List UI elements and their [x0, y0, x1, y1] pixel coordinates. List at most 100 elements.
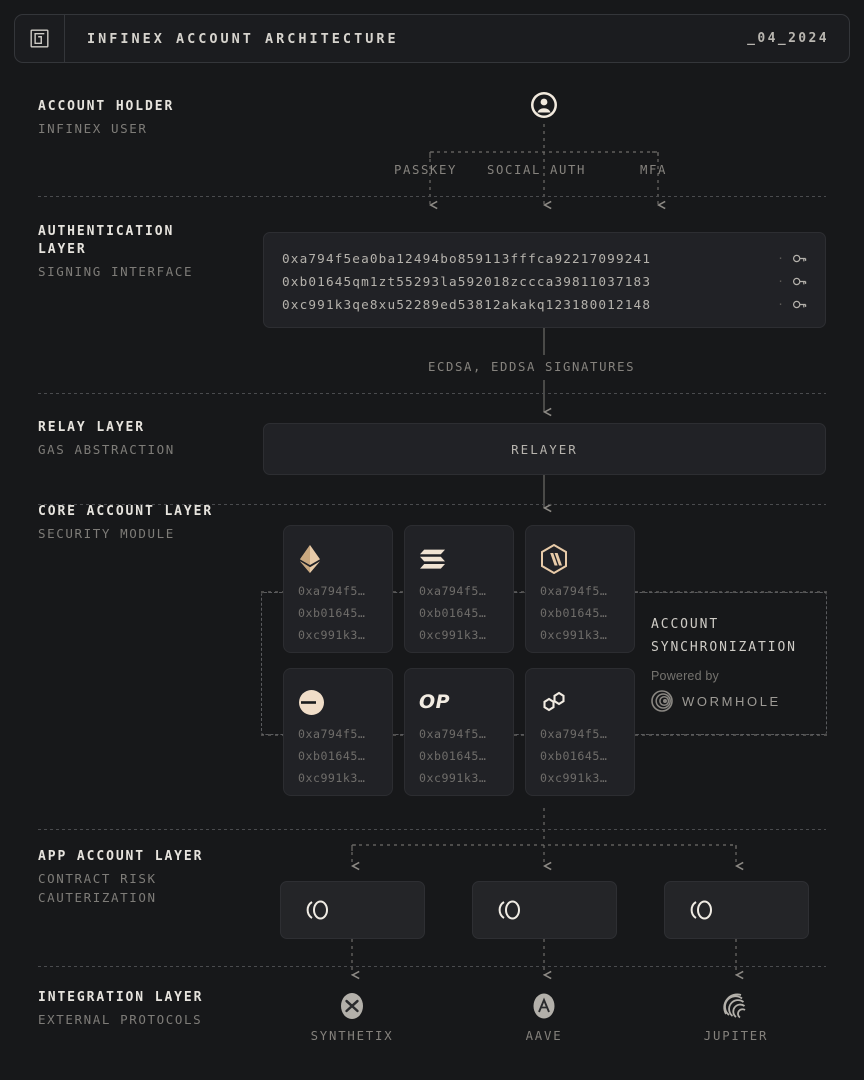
page-title: INFINEX ACCOUNT ARCHITECTURE — [87, 30, 399, 47]
infinex-spiral-logo-icon — [15, 15, 65, 62]
auth-address-row[interactable]: 0xc991k3qe8xu52289ed53812akakq1231800121… — [282, 293, 807, 316]
row-title: INTEGRATION LAYER — [38, 990, 204, 1005]
row-label-core-account: CORE ACCOUNT LAYER SECURITY MODULE — [38, 503, 213, 543]
sync-title-line2: SYNCHRONIZATION — [651, 640, 797, 655]
relayer-label: RELAYER — [511, 441, 578, 457]
separator-dot: · — [777, 252, 785, 265]
auth-address-text: 0xa794f5ea0ba12494bo859113fffca922170992… — [282, 251, 652, 266]
row-subtitle: EXTERNAL PROTOCOLS — [38, 1012, 203, 1027]
infinex-app-icon — [498, 900, 520, 920]
chain-address: 0xc991k3… — [419, 628, 487, 642]
chain-address: 0xb01645… — [419, 749, 487, 763]
divider-relay — [38, 393, 826, 394]
ethereum-logo-icon — [284, 538, 392, 580]
chain-address: 0xc991k3… — [419, 771, 487, 785]
chain-card-arbitrum[interactable]: 0xa794f5… 0xb01645… 0xc991k3… — [525, 525, 635, 653]
chain-card-ethereum[interactable]: 0xa794f5… 0xb01645… 0xc991k3… — [283, 525, 393, 653]
integration-name: JUPITER — [703, 1029, 769, 1043]
header-date: _04_2024 — [747, 31, 829, 46]
infinex-app-icon — [306, 900, 328, 920]
sync-title-line1: ACCOUNT — [651, 617, 720, 632]
wormhole-logo-icon — [651, 690, 673, 712]
row-subtitle: SIGNING INTERFACE — [38, 264, 194, 279]
row-label-relay: RELAY LAYER GAS ABSTRACTION — [38, 419, 175, 459]
key-icon — [792, 254, 807, 263]
account-synchronization-block: ACCOUNT SYNCHRONIZATION Powered by WORMH… — [651, 613, 831, 712]
chain-card-polygon[interactable]: 0xa794f5… 0xb01645… 0xc991k3… — [525, 668, 635, 796]
chain-address: 0xc991k3… — [298, 628, 366, 642]
chain-address: 0xa794f5… — [298, 727, 366, 741]
app-account-box-3[interactable] — [664, 881, 809, 939]
synthetix-logo-icon — [282, 990, 422, 1022]
chain-address: 0xa794f5… — [419, 584, 487, 598]
chain-address: 0xc991k3… — [298, 771, 366, 785]
chain-address: 0xa794f5… — [540, 727, 608, 741]
integration-name: SYNTHETIX — [310, 1029, 394, 1043]
solana-logo-icon — [405, 538, 513, 580]
authentication-address-panel: 0xa794f5ea0ba12494bo859113fffca922170992… — [263, 232, 826, 328]
auth-method-social-auth: SOCIAL AUTH — [487, 163, 587, 177]
row-title: AUTHENTICATION LAYER — [38, 224, 175, 257]
header-bar: INFINEX ACCOUNT ARCHITECTURE _04_2024 — [14, 14, 850, 63]
row-title: ACCOUNT HOLDER — [38, 99, 175, 114]
row-title: RELAY LAYER — [38, 420, 145, 435]
chain-address: 0xb01645… — [298, 749, 366, 763]
row-title: APP ACCOUNT LAYER — [38, 849, 204, 864]
divider-authentication — [38, 196, 826, 197]
row-label-app-account: APP ACCOUNT LAYER CONTRACT RISK CAUTERIZ… — [38, 848, 203, 907]
chain-card-base[interactable]: 0xa794f5… 0xb01645… 0xc991k3… — [283, 668, 393, 796]
auth-address-row[interactable]: 0xa794f5ea0ba12494bo859113fffca922170992… — [282, 247, 807, 270]
user-avatar-icon — [530, 91, 558, 123]
base-logo-icon — [284, 681, 392, 723]
integration-aave[interactable]: AAVE — [474, 990, 614, 1043]
row-label-integration: INTEGRATION LAYER EXTERNAL PROTOCOLS — [38, 989, 203, 1029]
chain-address-list: 0xa794f5… 0xb01645… 0xc991k3… — [526, 580, 634, 646]
auth-method-mfa: MFA — [640, 163, 668, 177]
chain-address: 0xb01645… — [298, 606, 366, 620]
arbitrum-logo-icon — [526, 538, 634, 580]
row-title: CORE ACCOUNT LAYER — [38, 504, 214, 519]
row-subtitle: CONTRACT RISK CAUTERIZATION — [38, 871, 157, 905]
auth-address-row[interactable]: 0xb01645qm1zt55293la592018zccca398110371… — [282, 270, 807, 293]
integration-jupiter[interactable]: JUPITER — [666, 990, 806, 1043]
chain-address: 0xb01645… — [540, 606, 608, 620]
signature-label: ECDSA, EDDSA SIGNATURES — [428, 360, 636, 374]
app-account-box-2[interactable] — [472, 881, 617, 939]
row-label-account-holder: ACCOUNT HOLDER INFINEX USER — [38, 98, 174, 138]
chain-address-list: 0xa794f5… 0xb01645… 0xc991k3… — [526, 723, 634, 789]
integration-synthetix[interactable]: SYNTHETIX — [282, 990, 422, 1043]
key-icon — [792, 300, 807, 309]
row-subtitle: SECURITY MODULE — [38, 526, 175, 541]
chain-address: 0xb01645… — [419, 606, 487, 620]
diagram-canvas: INFINEX ACCOUNT ARCHITECTURE _04_2024 AC… — [0, 0, 864, 1080]
wormhole-provider: WORMHOLE — [651, 690, 831, 712]
jupiter-logo-icon — [666, 990, 806, 1022]
chain-address: 0xc991k3… — [540, 771, 608, 785]
chain-address-list: 0xa794f5… 0xb01645… 0xc991k3… — [405, 580, 513, 646]
auth-method-passkey: PASSKEY — [394, 163, 458, 177]
optimism-logo-icon: OP — [419, 691, 451, 713]
row-subtitle: GAS ABSTRACTION — [38, 442, 175, 457]
chain-address: 0xb01645… — [540, 749, 608, 763]
key-icon — [792, 277, 807, 286]
aave-logo-icon — [474, 990, 614, 1022]
chain-address: 0xa794f5… — [419, 727, 487, 741]
infinex-app-icon — [690, 900, 712, 920]
chain-address-list: 0xa794f5… 0xb01645… 0xc991k3… — [284, 580, 392, 646]
separator-dot: · — [777, 298, 785, 311]
row-subtitle: INFINEX USER — [38, 121, 148, 136]
wormhole-name: WORMHOLE — [682, 693, 781, 709]
chain-card-optimism[interactable]: OP 0xa794f5… 0xb01645… 0xc991k3… — [404, 668, 514, 796]
chain-address-list: 0xa794f5… 0xb01645… 0xc991k3… — [405, 723, 513, 789]
chain-address: 0xa794f5… — [298, 584, 366, 598]
chain-address: 0xc991k3… — [540, 628, 608, 642]
row-label-authentication: AUTHENTICATION LAYER SIGNING INTERFACE — [38, 223, 193, 281]
app-account-box-1[interactable] — [280, 881, 425, 939]
separator-dot: · — [777, 275, 785, 288]
divider-app-account — [38, 829, 826, 830]
relayer-box[interactable]: RELAYER — [263, 423, 826, 475]
auth-address-text: 0xb01645qm1zt55293la592018zccca398110371… — [282, 274, 652, 289]
integration-name: AAVE — [525, 1029, 563, 1043]
polygon-logo-icon — [526, 681, 634, 723]
chain-card-solana[interactable]: 0xa794f5… 0xb01645… 0xc991k3… — [404, 525, 514, 653]
